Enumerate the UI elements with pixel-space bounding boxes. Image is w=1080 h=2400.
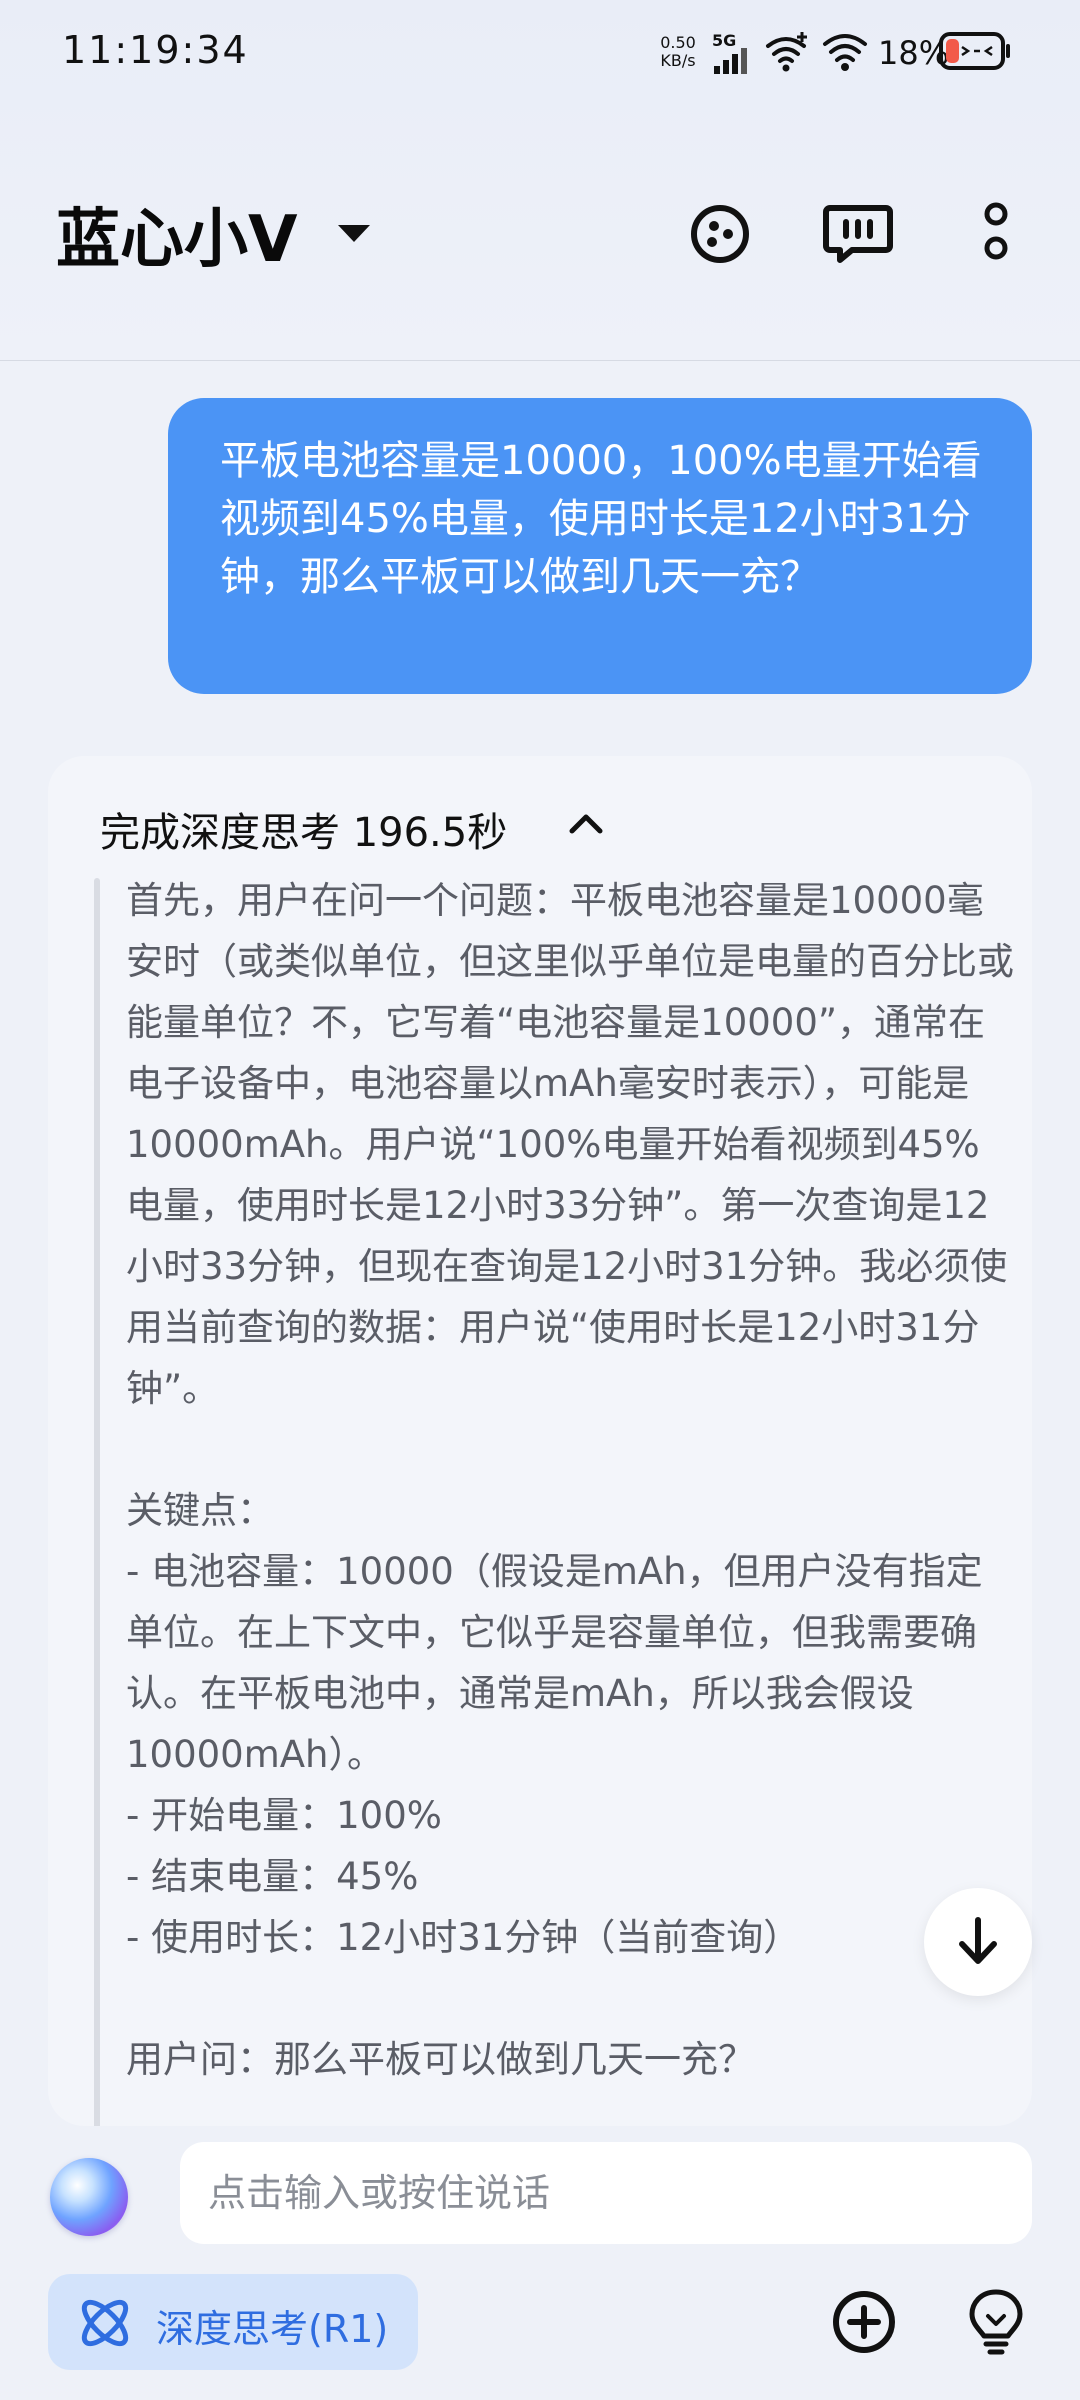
think-quote-bar [94,878,100,2126]
cellular-signal-icon: 5G [712,30,756,80]
scroll-to-bottom-button[interactable] [924,1888,1032,1996]
user-message-text: 平板电池容量是10000，100%电量开始看视频到45%电量，使用时长是12小时… [220,438,982,600]
plus-circle-icon[interactable] [828,2286,900,2358]
status-time: 11:19:34 [62,28,249,72]
assistant-avatar[interactable] [50,2158,128,2236]
key-point-item: - 开始电量：100% [126,1794,442,1837]
key-point-item: - 结束电量：45% [126,1855,419,1898]
chevron-up-icon[interactable] [568,810,604,840]
think-content: 首先，用户在问一个问题：平板电池容量是10000毫安时（或类似单位，但这里似乎单… [126,870,1016,2090]
answer-card: 完成深度思考 196.5秒 首先，用户在问一个问题：平板电池容量是10000毫安… [48,756,1032,2126]
more-vertical-icon[interactable] [958,196,1034,272]
user-message-bubble[interactable]: 平板电池容量是10000，100%电量开始看视频到45%电量，使用时长是12小时… [168,398,1032,694]
key-point-item: - 使用时长：12小时31分钟（当前查询） [126,1916,801,1959]
arrow-down-icon [959,1917,997,1964]
top-area: 11:19:34 0.50 KB/s 5G 18% 蓝心小V [0,0,1080,361]
atom-icon [74,2292,136,2358]
think-duration-header[interactable]: 完成深度思考 196.5秒 [100,800,507,858]
status-bar: 11:19:34 0.50 KB/s 5G 18% [0,0,1080,110]
net-speed-indicator: 0.50 KB/s [652,34,704,70]
wifi-icon [822,30,868,78]
deep-think-toggle[interactable]: 深度思考(R1) [48,2274,418,2370]
net-speed-value: 0.50 [660,33,696,52]
composer-area: 点击输入或按住说话 深度思考(R1) [0,2126,1080,2400]
app-title[interactable]: 蓝心小V [56,188,298,280]
message-input[interactable]: 点击输入或按住说话 [180,2142,1032,2244]
question-line: 用户问：那么平板可以做到几天一充？ [126,2038,755,2081]
wifi-plus-icon [764,30,812,78]
deep-think-label: 深度思考(R1) [156,2307,389,2351]
battery-icon [938,30,1012,78]
key-points-title: 关键点： [126,1489,274,1532]
key-point-item: - 电池容量：10000（假设是mAh，但用户没有指定单位。在上下文中，它似乎是… [126,1550,983,1776]
net-speed-unit: KB/s [660,51,696,70]
caret-down-icon[interactable] [334,222,374,250]
message-square-icon[interactable] [820,196,896,272]
think-paragraph: 首先，用户在问一个问题：平板电池容量是10000毫安时（或类似单位，但这里似乎单… [126,879,1014,1410]
lightbulb-icon[interactable] [960,2286,1032,2358]
network-type-label: 5G [712,31,736,50]
mask-face-icon[interactable] [682,196,758,272]
